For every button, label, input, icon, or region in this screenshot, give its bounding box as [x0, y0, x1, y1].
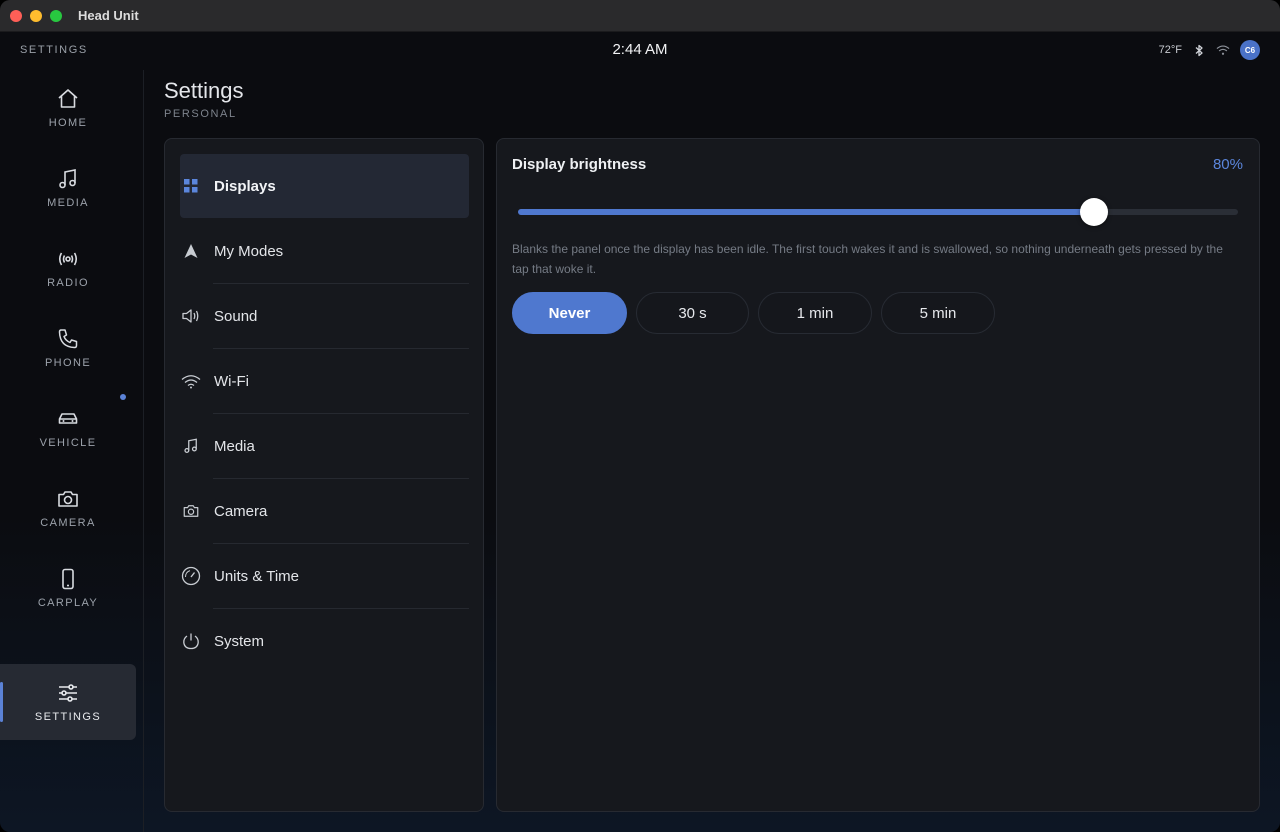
brightness-slider-fill	[518, 209, 1094, 215]
timeout-options: Never 30 s 1 min 5 min	[512, 292, 995, 334]
nav-item-system[interactable]: System	[180, 609, 469, 673]
maximize-window-button[interactable]	[50, 9, 62, 22]
brightness-value: 80%	[1212, 156, 1243, 173]
rail-item-vehicle[interactable]: VEHICLE	[0, 390, 136, 466]
nav-item-label: Media	[214, 437, 255, 455]
title-bar: Head Unit	[0, 0, 1280, 32]
camera-icon	[58, 491, 78, 507]
music-note-icon	[59, 169, 76, 189]
nav-item-displays[interactable]: Displays	[180, 154, 469, 218]
nav-item-label: My Modes	[214, 242, 284, 260]
user-avatar[interactable]: C6	[1240, 40, 1260, 60]
page-title: Settings	[164, 78, 244, 103]
rail-item-home[interactable]: HOME	[0, 70, 136, 146]
music-note-icon	[180, 435, 202, 457]
screen-blank-description: Blanks the panel once the display has be…	[512, 242, 1223, 276]
phone-icon	[58, 329, 78, 349]
rail-item-label: HOME	[48, 117, 88, 129]
rail-item-label: RADIO	[47, 277, 89, 289]
settings-nav-panel: Displays My Modes Sound Wi-Fi Media Came…	[164, 138, 484, 812]
sliders-icon	[59, 684, 77, 702]
nav-item-units-time[interactable]: Units & Time	[180, 544, 469, 608]
bluetooth-icon	[1192, 43, 1206, 57]
main-nav-rail: HOME MEDIA RADIO PHONE VEHICLE CAMERA CA…	[0, 70, 144, 832]
head-unit-app: SETTINGS 2:44 AM 72°F C6 HOME MEDIA RADI…	[0, 32, 1280, 832]
nav-item-sound[interactable]: Sound	[180, 284, 469, 348]
app-window: Head Unit SETTINGS 2:44 AM 72°F C6 HOME	[0, 0, 1280, 832]
grid-icon	[180, 175, 202, 197]
gauge-icon	[180, 565, 202, 587]
car-icon	[58, 413, 78, 424]
rail-item-camera[interactable]: CAMERA	[0, 470, 136, 546]
nav-item-label: Units & Time	[214, 567, 300, 585]
rail-item-label: CARPLAY	[37, 597, 99, 609]
nav-item-label: Displays	[214, 177, 276, 195]
minimize-window-button[interactable]	[30, 9, 42, 22]
rail-item-label: PHONE	[44, 357, 92, 369]
speaker-icon	[180, 305, 202, 327]
nav-item-media[interactable]: Media	[180, 414, 469, 478]
nav-item-camera[interactable]: Camera	[180, 479, 469, 543]
rail-item-label: VEHICLE	[39, 437, 97, 449]
rail-item-label: CAMERA	[40, 517, 96, 529]
brightness-label: Display brightness	[512, 156, 647, 173]
rail-item-carplay[interactable]: CARPLAY	[0, 550, 136, 626]
window-title: Head Unit	[78, 8, 139, 23]
smartphone-icon	[62, 568, 74, 590]
status-bar: SETTINGS 2:44 AM 72°F C6	[0, 32, 1280, 70]
wifi-icon	[1216, 43, 1230, 57]
rail-item-settings[interactable]: SETTINGS	[0, 664, 136, 740]
brightness-slider[interactable]	[518, 198, 1238, 226]
rail-item-label: SETTINGS	[34, 711, 102, 723]
timeout-option-5min[interactable]: 5 min	[881, 292, 995, 334]
power-icon	[180, 630, 202, 652]
close-window-button[interactable]	[10, 9, 22, 22]
wifi-icon	[180, 370, 202, 392]
rail-item-phone[interactable]: PHONE	[0, 310, 136, 386]
status-clock: 2:44 AM	[612, 41, 668, 58]
camera-icon	[180, 500, 202, 522]
page-subtitle: PERSONAL	[164, 108, 237, 120]
nav-item-label: System	[214, 632, 265, 650]
display-settings-panel: Display brightness 80% Blanks the panel …	[496, 138, 1260, 812]
navigation-arrow-icon	[180, 240, 202, 262]
rail-item-label: MEDIA	[47, 197, 89, 209]
outside-temperature: 72°F	[1158, 44, 1182, 56]
timeout-option-1min[interactable]: 1 min	[758, 292, 872, 334]
nav-item-wifi[interactable]: Wi-Fi	[180, 349, 469, 413]
rail-item-media[interactable]: MEDIA	[0, 150, 136, 226]
timeout-option-never[interactable]: Never	[512, 292, 627, 334]
nav-item-label: Sound	[214, 307, 258, 325]
notification-dot	[120, 394, 126, 400]
status-section-label: SETTINGS	[20, 44, 88, 56]
brightness-slider-thumb[interactable]	[1080, 198, 1108, 226]
nav-item-label: Wi-Fi	[214, 372, 249, 390]
nav-item-label: Camera	[214, 502, 268, 520]
rail-item-radio[interactable]: RADIO	[0, 230, 136, 306]
nav-item-my-modes[interactable]: My Modes	[180, 219, 469, 283]
radio-broadcast-icon	[58, 252, 78, 266]
timeout-option-30s[interactable]: 30 s	[636, 292, 749, 334]
window-controls	[10, 9, 62, 22]
home-icon	[58, 89, 78, 108]
status-indicators: 72°F C6	[1159, 40, 1260, 60]
